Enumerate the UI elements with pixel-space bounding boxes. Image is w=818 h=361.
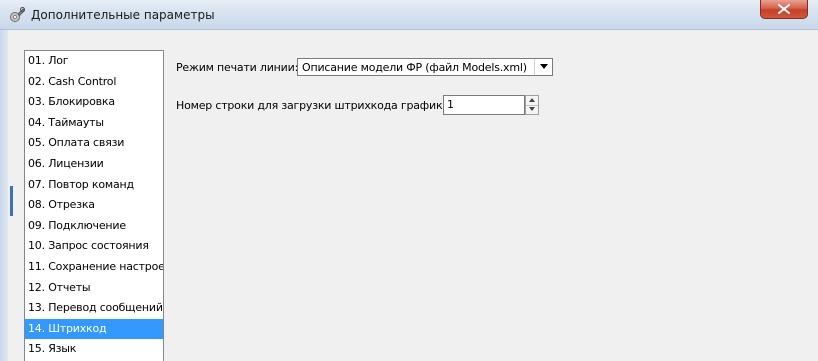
list-item[interactable]: 09. Подключение: [25, 216, 163, 237]
close-icon: [778, 4, 790, 14]
list-item[interactable]: 08. Отрезка: [25, 195, 163, 216]
category-list[interactable]: 01. Лог 02. Cash Control 03. Блокировка 04.…: [24, 50, 164, 361]
print-mode-label: Режим печати линии:: [176, 61, 299, 74]
dialog-window: Дополнительные параметры 01. Лог 02. Cash…: [0, 0, 818, 361]
title-bar[interactable]: Дополнительные параметры: [0, 0, 818, 30]
list-item[interactable]: 11. Сохранение настроек: [25, 257, 163, 278]
list-item[interactable]: 05. Оплата связи: [25, 133, 163, 154]
close-button[interactable]: [760, 0, 808, 19]
list-item[interactable]: 03. Блокировка: [25, 92, 163, 113]
dropdown-button[interactable]: [534, 59, 552, 75]
window-frame-accent: [10, 186, 13, 216]
list-item[interactable]: 04. Таймауты: [25, 113, 163, 134]
row-number-input[interactable]: 1: [443, 95, 525, 115]
print-mode-value: Описание модели ФР (файл Models.xml): [302, 61, 527, 74]
list-item[interactable]: 12. Отчеты: [25, 278, 163, 299]
settings-wrench-icon: [9, 7, 26, 23]
list-item[interactable]: 14. Штрихкод: [25, 318, 163, 340]
row-number-label: Номер строки для загрузки штрихкода граф…: [176, 99, 460, 112]
spin-down-button[interactable]: [526, 105, 538, 114]
list-item[interactable]: 02. Cash Control: [25, 72, 163, 93]
list-item[interactable]: 01. Лог: [25, 51, 163, 72]
list-item[interactable]: 15. Язык: [25, 339, 163, 360]
arrow-down-icon: [529, 107, 535, 111]
list-item[interactable]: 10. Запрос состояния: [25, 236, 163, 257]
list-item[interactable]: 07. Повтор команд: [25, 175, 163, 196]
list-item[interactable]: 13. Перевод сообщений: [25, 298, 163, 319]
row-number-spinner[interactable]: [525, 95, 539, 115]
chevron-down-icon: [540, 64, 548, 69]
window-title: Дополнительные параметры: [31, 8, 215, 22]
row-number-value: 1: [447, 98, 454, 111]
list-item[interactable]: 06. Лицензии: [25, 154, 163, 175]
print-mode-select[interactable]: Описание модели ФР (файл Models.xml): [297, 58, 553, 76]
arrow-up-icon: [529, 98, 535, 102]
window-frame-edge: [0, 30, 8, 361]
